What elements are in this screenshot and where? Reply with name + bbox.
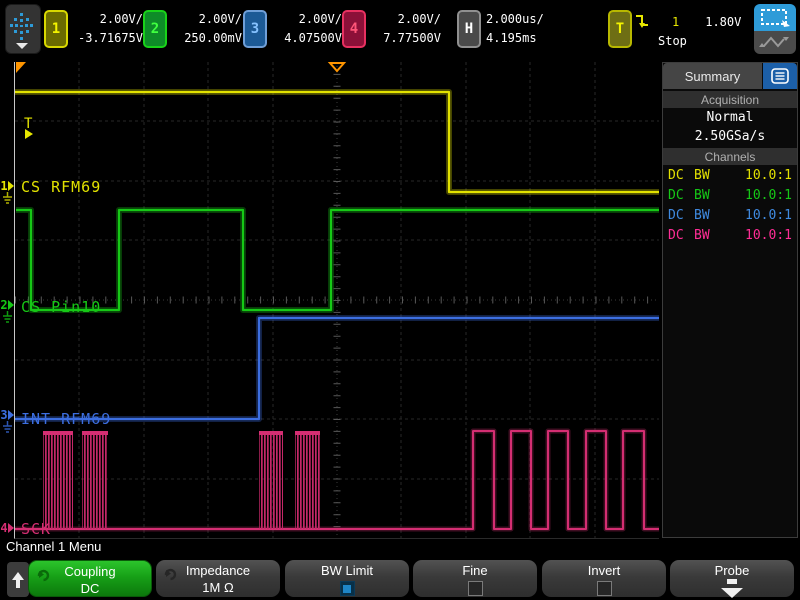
trigger-info: 1 1.80V: [634, 13, 741, 31]
channel-1-offset: -3.71675V: [71, 29, 143, 48]
ch1-trace-label: CS RFM69: [21, 178, 101, 196]
ch4-ground-marker[interactable]: 4: [0, 521, 14, 535]
channel-2-summary-row[interactable]: DC BW 10.0:1: [663, 185, 797, 205]
softkey-bw-limit[interactable]: BW Limit: [285, 560, 409, 597]
channel-2-badge[interactable]: 2: [143, 10, 167, 48]
trigger-level: 1.80V: [705, 15, 741, 29]
channel-1-badge[interactable]: 1: [44, 10, 68, 48]
horizontal-status[interactable]: H 2.000us/ 4.195ms: [457, 10, 566, 50]
softkey-probe[interactable]: Probe: [670, 560, 794, 597]
bw-limit-checkbox[interactable]: [340, 581, 355, 596]
sample-rate: 2.50GSa/s: [663, 127, 797, 146]
channel-3-badge[interactable]: 3: [243, 10, 267, 48]
up-arrow-icon: [11, 571, 25, 589]
channel-4-scale: 2.00V/: [369, 10, 441, 29]
cycle-icon: [36, 567, 51, 582]
softkey-bw-limit-label: BW Limit: [285, 563, 409, 578]
submenu-arrow-icon: [670, 579, 794, 598]
softkey-probe-label: Probe: [670, 563, 794, 578]
trigger-status[interactable]: T: [608, 10, 632, 50]
keysight-logo-button[interactable]: [5, 4, 41, 54]
channel-2-status[interactable]: 2 2.00V/ 250.00mV: [143, 10, 242, 50]
ch2-ground-icon: [2, 311, 13, 323]
softkey-impedance[interactable]: Impedance 1M Ω: [156, 560, 280, 597]
menu-title: Channel 1 Menu: [6, 539, 101, 554]
oscilloscope-screen: 1 2.00V/ -3.71675V 2 2.00V/ 250.00mV 3 2…: [0, 0, 800, 600]
trigger-source: 1: [672, 15, 679, 29]
waveform-display[interactable]: T CS RFM69 CS Pin10 INT RFM69 SCK: [14, 62, 659, 539]
softkey-invert[interactable]: Invert: [542, 560, 666, 597]
invert-checkbox[interactable]: [597, 581, 612, 596]
channel-3-offset: 4.07500V: [270, 29, 342, 48]
menu-back-button[interactable]: [7, 562, 29, 597]
softkey-invert-label: Invert: [542, 563, 666, 578]
channels-section-header[interactable]: Channels: [663, 148, 797, 165]
channel-1-scale: 2.00V/: [71, 10, 143, 29]
keysight-spark-icon: [6, 5, 38, 51]
softkey-fine-label: Fine: [413, 563, 537, 578]
trigger-level-marker[interactable]: T: [24, 116, 33, 139]
top-status-bar: 1 2.00V/ -3.71675V 2 2.00V/ 250.00mV 3 2…: [0, 0, 800, 58]
ch3-trace: [15, 318, 659, 419]
channel-3-status[interactable]: 3 2.00V/ 4.07500V: [243, 10, 342, 50]
ch3-trace-noise: [15, 318, 659, 419]
tab-summary[interactable]: Summary: [663, 63, 762, 89]
trigger-badge[interactable]: T: [608, 10, 632, 48]
softkey-coupling-value: DC: [29, 581, 151, 596]
softkey-fine[interactable]: Fine: [413, 560, 537, 597]
ch3-trace-label: INT RFM69: [21, 410, 111, 428]
center-axes: [15, 62, 659, 538]
channel-4-status[interactable]: 4 2.00V/ 7.77500V: [342, 10, 441, 50]
touch-zoom-button[interactable]: [754, 4, 796, 31]
cycle-icon: [163, 566, 178, 581]
softkey-impedance-value: 1M Ω: [156, 580, 280, 595]
fine-checkbox[interactable]: [468, 581, 483, 596]
channel-4-summary-row[interactable]: DC BW 10.0:1: [663, 225, 797, 245]
pan-waveform-button[interactable]: [754, 31, 796, 54]
ch3-ground-icon: [2, 421, 13, 433]
left-reference-marker-icon[interactable]: [16, 62, 26, 73]
channel-3-summary-row[interactable]: DC BW 10.0:1: [663, 205, 797, 225]
channel-4-offset: 7.77500V: [369, 29, 441, 48]
falling-edge-icon: [634, 13, 650, 31]
menu-list-icon: [771, 68, 789, 84]
timebase-delay: 4.195ms: [486, 29, 566, 48]
channel-2-offset: 250.00mV: [170, 29, 242, 48]
run-status: Stop: [658, 34, 687, 48]
channel-1-status[interactable]: 1 2.00V/ -3.71675V: [44, 10, 143, 50]
channel-4-badge[interactable]: 4: [342, 10, 366, 48]
selection-rectangle-icon: [754, 4, 796, 31]
timebase-scale: 2.000us/: [486, 10, 566, 29]
ch4-trace-label: SCK: [21, 520, 51, 538]
acquisition-mode: Normal: [663, 108, 797, 127]
ch1-ground-marker[interactable]: 1: [0, 179, 14, 193]
channel-1-summary-row[interactable]: DC BW 10.0:1: [663, 165, 797, 185]
channel-2-scale: 2.00V/: [170, 10, 242, 29]
summary-sidebar: Summary Acquisition Normal 2.50GSa/s Cha…: [662, 62, 798, 538]
softkey-coupling[interactable]: Coupling DC: [28, 560, 152, 597]
ch3-ground-marker[interactable]: 3: [0, 408, 14, 422]
horizontal-badge[interactable]: H: [457, 10, 481, 48]
pan-wave-icon: [754, 31, 796, 54]
logo-dropdown-arrow-icon: [16, 43, 28, 49]
acquisition-section-header[interactable]: Acquisition: [663, 91, 797, 108]
ch2-ground-marker[interactable]: 2: [0, 298, 14, 312]
ch1-ground-icon: [2, 192, 13, 204]
channel-3-scale: 2.00V/: [270, 10, 342, 29]
ch2-trace-label: CS Pin10: [21, 298, 101, 316]
ch4-clock-bursts: [43, 431, 320, 529]
sidebar-menu-button[interactable]: [763, 63, 797, 89]
